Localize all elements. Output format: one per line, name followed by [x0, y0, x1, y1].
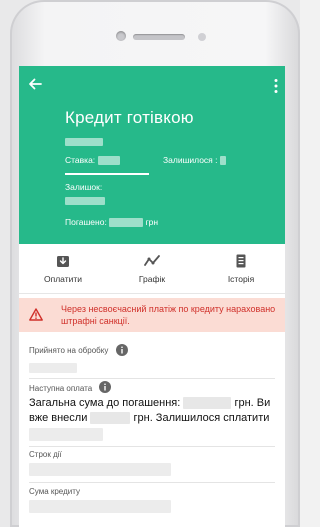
masked-value [65, 138, 103, 146]
remaining-masked-value [29, 428, 103, 441]
warning-icon [29, 308, 43, 321]
earpiece-speaker [133, 34, 185, 40]
payment-summary-text: Загальна сума до погашення: грн. Ви вже … [29, 396, 281, 426]
term-label: Строк дії [29, 450, 62, 459]
remaining-masked-value [219, 156, 226, 166]
next-payment-label: Наступна оплата [29, 384, 93, 393]
pay-button[interactable]: Оплатити [19, 244, 107, 294]
paid-masked-value [90, 412, 131, 425]
proximity-sensor [198, 33, 206, 41]
remaining-field: Залишилося : [163, 155, 226, 166]
history-button[interactable]: Історія [197, 244, 285, 294]
back-arrow-icon[interactable] [27, 76, 43, 92]
info-icon[interactable] [99, 381, 111, 393]
download-icon [57, 256, 69, 267]
history-label: Історія [227, 274, 255, 284]
paid-unit: грн [145, 217, 159, 227]
remaining-label: Залишилося : [163, 155, 218, 165]
action-bar: Оплатити Графік Історія [19, 244, 285, 294]
paid-field: Погашено: грн [65, 217, 159, 228]
total-masked-value [183, 397, 232, 410]
divider [29, 482, 275, 483]
penalty-alert: Через несвоєчасний платіж по кредиту нар… [19, 298, 285, 332]
phone-frame: Кредит готівкою Ставка: Залишилося : Зал… [0, 0, 300, 527]
paid-label: Погашено: [65, 217, 107, 227]
summary-text-1: Загальна сума до погашення: [29, 397, 181, 409]
info-icon[interactable] [116, 344, 128, 356]
rate-field: Ставка: [65, 155, 120, 166]
app-screen: Кредит готівкою Ставка: Залишилося : Зал… [19, 66, 285, 527]
chart-icon [144, 255, 160, 266]
rate-underline [65, 173, 149, 175]
schedule-button[interactable]: Графік [108, 244, 196, 294]
credit-header: Кредит готівкою Ставка: Залишилося : Зал… [19, 66, 285, 244]
rate-masked-value [97, 156, 120, 166]
document-icon [236, 254, 246, 268]
more-vertical-icon[interactable] [273, 78, 279, 94]
balance-label: Залишок: [65, 182, 103, 192]
divider [29, 378, 275, 379]
divider [29, 446, 275, 447]
term-masked-value [29, 463, 171, 476]
alert-message: Через несвоєчасний платіж по кредиту нар… [61, 304, 276, 326]
rate-label: Ставка: [65, 155, 96, 165]
pay-label: Оплатити [44, 274, 82, 284]
accepted-label: Прийнято на обробку [29, 346, 109, 355]
balance-masked-value [65, 197, 105, 205]
schedule-label: Графік [138, 274, 166, 284]
amount-label: Сума кредиту [29, 487, 80, 496]
paid-masked-value [109, 218, 144, 228]
summary-text-3: грн. Залишилося сплатити [133, 412, 270, 424]
page-title: Кредит готівкою [65, 108, 194, 127]
accepted-masked-value [29, 363, 77, 373]
front-camera [116, 31, 126, 41]
balance-field: Залишок: [65, 182, 102, 192]
amount-masked-value [29, 500, 171, 513]
